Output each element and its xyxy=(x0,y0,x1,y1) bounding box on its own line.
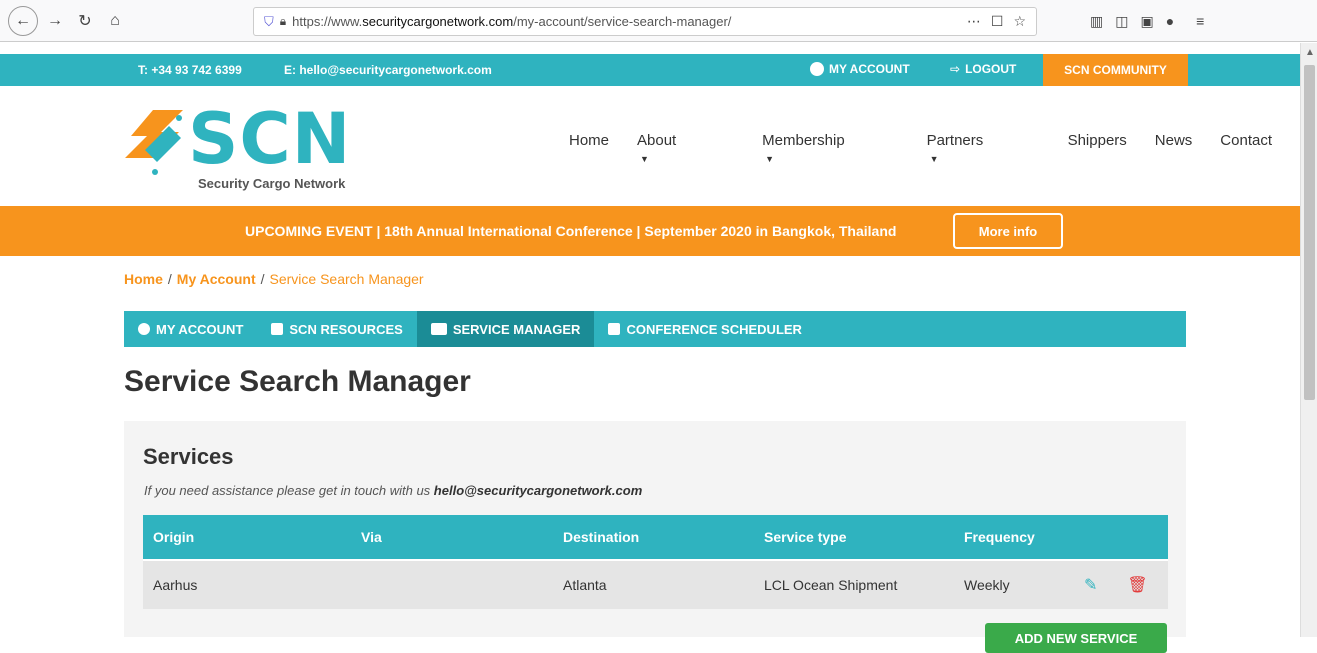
shield-icon[interactable]: ⛉ xyxy=(264,14,274,30)
services-panel: Services If you need assistance please g… xyxy=(124,421,1186,653)
page-title: Service Search Manager xyxy=(124,365,471,398)
tab-scheduler-label: CONFERENCE SCHEDULER xyxy=(626,321,802,337)
services-heading: Services xyxy=(143,444,234,469)
tab-my-account[interactable]: MY ACCOUNT xyxy=(124,311,257,347)
cell-frequency: Weekly xyxy=(954,559,1074,609)
nav-about[interactable]: About ▼ xyxy=(637,132,734,166)
tab-scn-resources[interactable]: SCN RESOURCES xyxy=(257,311,416,347)
nav-news[interactable]: News xyxy=(1155,132,1193,166)
top-bar: T: +34 93 742 6399 E: hello@securitycarg… xyxy=(0,54,1300,86)
tab-service-manager-label: SERVICE MANAGER xyxy=(452,321,581,337)
breadcrumb-sep: / xyxy=(167,271,172,287)
logo-text: SCN xyxy=(188,98,352,180)
scrollbar[interactable]: ▲ xyxy=(1300,43,1317,637)
breadcrumb-home[interactable]: Home xyxy=(124,271,163,287)
logo-tagline: Security Cargo Network xyxy=(198,176,346,191)
site-header: SCN Security Cargo Network Home About ▼ M… xyxy=(0,86,1300,206)
col-actions xyxy=(1074,515,1168,560)
assistance-text: If you need assistance please get in tou… xyxy=(144,483,642,498)
calendar-icon xyxy=(608,323,621,335)
breadcrumb: Home / My Account / Service Search Manager xyxy=(124,271,424,287)
tab-my-account-label: MY ACCOUNT xyxy=(156,321,244,337)
more-info-button[interactable]: More info xyxy=(953,213,1063,249)
nav-membership-label: Membership xyxy=(762,132,845,149)
col-service-type: Service type xyxy=(754,515,954,560)
more-icon[interactable]: ⋯ xyxy=(967,13,981,30)
breadcrumb-current: Service Search Manager xyxy=(269,271,424,287)
phone-number[interactable]: T: +34 93 742 6399 xyxy=(138,63,242,77)
extension-icon[interactable]: ▣ xyxy=(1140,13,1153,30)
lock-icon[interactable]: 🔒︎ xyxy=(280,14,286,29)
pocket-icon[interactable]: ☐ xyxy=(991,13,1004,30)
url-path: /my-account/service-search-manager/ xyxy=(513,14,732,29)
caret-down-icon: ▼ xyxy=(765,154,775,164)
assistance-label: If you need assistance please get in tou… xyxy=(144,483,434,498)
nav-contact[interactable]: Contact xyxy=(1220,132,1272,166)
edit-pencil-icon[interactable]: ✎ xyxy=(1084,575,1097,595)
nav-shippers[interactable]: Shippers xyxy=(1068,132,1127,166)
caret-down-icon: ▼ xyxy=(929,154,939,164)
table-header-row: Origin Via Destination Service type Freq… xyxy=(143,515,1168,560)
cell-origin: Aarhus xyxy=(143,559,351,609)
cell-actions: ✎ 🗑︎ xyxy=(1074,559,1168,609)
star-icon[interactable]: ☆ xyxy=(1013,13,1026,30)
menu-icon[interactable]: ≡ xyxy=(1196,13,1204,29)
reload-icon[interactable]: ↻ xyxy=(72,8,98,34)
site-logo[interactable]: SCN Security Cargo Network xyxy=(125,98,375,194)
logout-link[interactable]: ⇨ LOGOUT xyxy=(950,62,1016,76)
tab-service-manager[interactable]: SERVICE MANAGER xyxy=(416,311,595,347)
browser-toolbar: ← → ↻ ⌂ ⛉ 🔒︎ https://www. securitycargone… xyxy=(0,0,1317,42)
nav-home[interactable]: Home xyxy=(569,132,609,166)
file-icon xyxy=(271,323,284,335)
user-icon xyxy=(810,62,824,76)
cell-service-type: LCL Ocean Shipment xyxy=(754,559,954,609)
url-domain: securitycargonetwork.com xyxy=(362,14,514,29)
col-origin: Origin xyxy=(143,515,351,560)
scroll-up-icon[interactable]: ▲ xyxy=(1305,47,1315,58)
contact-email[interactable]: E: hello@securitycargonetwork.com xyxy=(284,63,492,77)
home-icon[interactable]: ⌂ xyxy=(102,8,128,34)
logout-label: LOGOUT xyxy=(965,62,1017,76)
scrollbar-thumb[interactable] xyxy=(1304,65,1315,400)
barcode-icon xyxy=(430,323,447,335)
account-tabs: MY ACCOUNT SCN RESOURCES SERVICE MANAGER… xyxy=(124,311,1186,347)
sidebar-icon[interactable]: ◫ xyxy=(1115,13,1128,30)
caret-down-icon: ▼ xyxy=(640,154,649,164)
services-table: Origin Via Destination Service type Freq… xyxy=(143,515,1168,609)
cell-destination: Atlanta xyxy=(553,559,754,609)
col-destination: Destination xyxy=(553,515,754,560)
event-banner: UPCOMING EVENT | 18th Annual Internation… xyxy=(0,206,1300,256)
col-frequency: Frequency xyxy=(954,515,1074,560)
community-button[interactable]: SCN COMMUNITY xyxy=(1043,54,1188,86)
breadcrumb-account[interactable]: My Account xyxy=(177,271,256,287)
delete-trash-icon[interactable]: 🗑︎ xyxy=(1127,575,1147,595)
user-icon xyxy=(138,323,150,335)
tab-resources-label: SCN RESOURCES xyxy=(289,321,403,337)
url-bar[interactable]: ⛉ 🔒︎ https://www. securitycargonetwork.co… xyxy=(253,7,1037,36)
back-icon[interactable]: ← xyxy=(8,5,38,36)
main-nav: Home About ▼ Membership ▼ Partners ▼ Shippe… xyxy=(569,132,1300,166)
sign-out-icon: ⇨ xyxy=(950,62,961,76)
my-account-link[interactable]: MY ACCOUNT xyxy=(810,62,910,76)
logo-mark-icon xyxy=(125,110,183,175)
nav-partners-label: Partners xyxy=(926,132,984,149)
nav-membership[interactable]: Membership ▼ xyxy=(762,132,898,166)
url-prefix: https://www. xyxy=(292,14,363,29)
library-icon[interactable]: ▥ xyxy=(1090,13,1103,30)
event-text: UPCOMING EVENT | 18th Annual Internation… xyxy=(245,223,897,239)
table-row: Aarhus Atlanta LCL Ocean Shipment Weekly… xyxy=(143,559,1168,609)
cell-via xyxy=(351,559,553,609)
nav-partners[interactable]: Partners ▼ xyxy=(927,132,1040,166)
assistance-email[interactable]: hello@securitycargonetwork.com xyxy=(434,483,642,498)
my-account-label: MY ACCOUNT xyxy=(829,62,910,76)
add-new-service-button[interactable]: ADD NEW SERVICE xyxy=(985,623,1167,653)
nav-about-label: About xyxy=(637,132,677,149)
tab-conference-scheduler[interactable]: CONFERENCE SCHEDULER xyxy=(594,311,816,347)
forward-icon[interactable]: → xyxy=(42,8,68,34)
col-via: Via xyxy=(351,515,553,560)
account-icon[interactable]: ● xyxy=(1166,13,1174,29)
breadcrumb-sep: / xyxy=(260,271,265,287)
